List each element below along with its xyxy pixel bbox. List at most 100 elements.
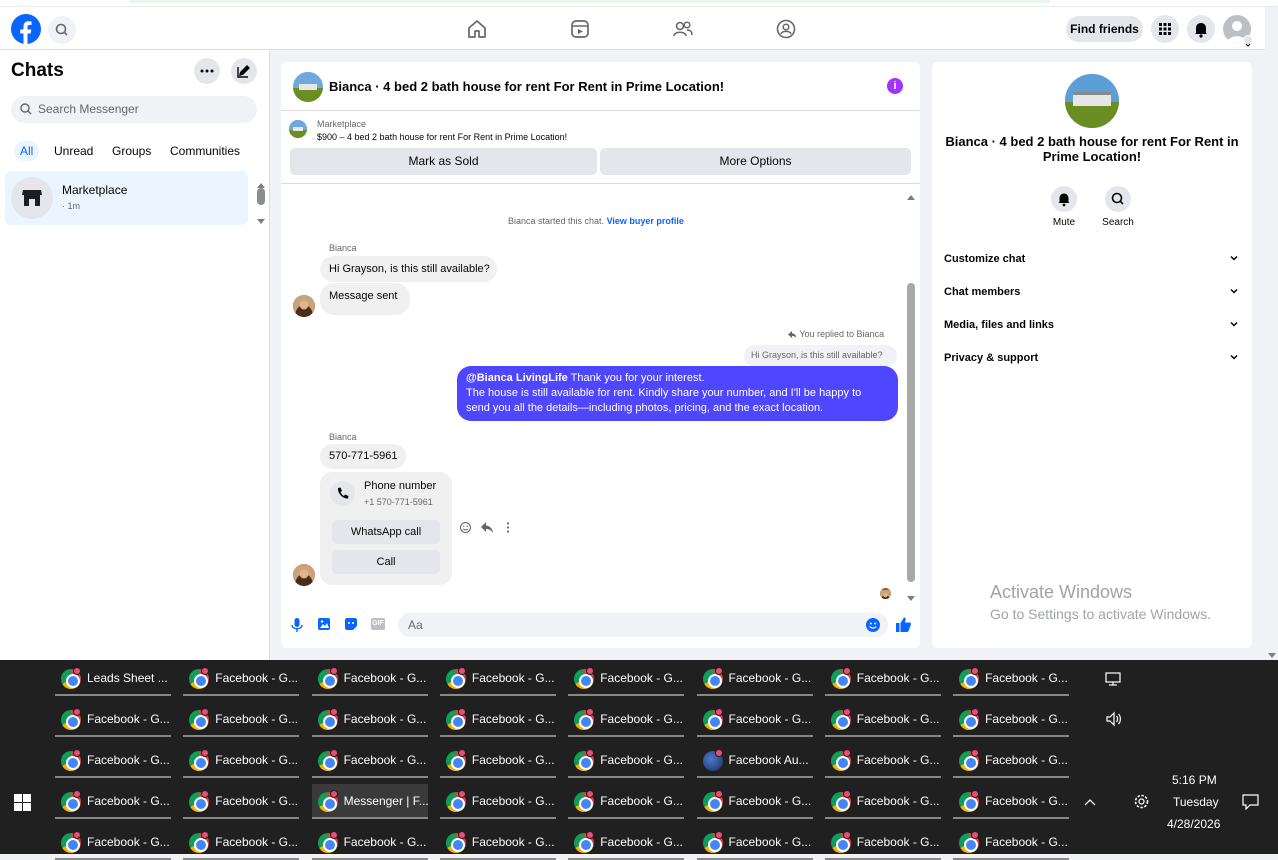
quoted-message[interactable]: Hi Grayson, is this still available?	[744, 345, 897, 367]
message-bubble[interactable]: Message sent	[320, 283, 410, 315]
show-hidden-icons-chevron-icon[interactable]	[1083, 795, 1097, 813]
taskbar-window-button[interactable]: Leads Sheet ...	[55, 661, 171, 696]
search-conversation-icon[interactable]	[1105, 186, 1131, 212]
taskbar-window-button[interactable]: Facebook - G...	[824, 784, 941, 819]
network-icon[interactable]	[1105, 671, 1123, 692]
mute-bell-icon[interactable]	[1051, 186, 1077, 212]
find-friends-button[interactable]: Find friends	[1066, 16, 1143, 42]
tab-groups[interactable]: Groups	[112, 141, 151, 161]
taskbar-window-button[interactable]: Facebook - G...	[439, 825, 556, 860]
sidebar-scrollbar[interactable]	[257, 188, 265, 205]
taskbar-window-button[interactable]: Facebook - G...	[568, 702, 685, 737]
sidebar-scroll-down-icon[interactable]	[256, 213, 266, 231]
settings-gear-icon[interactable]	[1133, 793, 1150, 815]
chat-scroll-up-icon[interactable]	[906, 188, 916, 206]
react-emoji-icon[interactable]	[459, 521, 472, 539]
taskbar-window-button[interactable]: Facebook - G...	[439, 784, 556, 819]
taskbar-window-button[interactable]: Facebook - G...	[183, 784, 300, 819]
taskbar-window-button[interactable]: Facebook - G...	[953, 702, 1070, 737]
taskbar-window-button[interactable]: Facebook - G...	[953, 825, 1070, 860]
message-bubble[interactable]: 570-771-5961	[320, 444, 406, 469]
taskbar-window-button[interactable]: Facebook - G...	[55, 743, 171, 778]
action-center-icon[interactable]	[1242, 794, 1259, 815]
facebook-logo-icon[interactable]	[11, 14, 41, 44]
emoji-icon[interactable]	[865, 617, 881, 638]
chat-options-button[interactable]	[194, 58, 220, 84]
customize-chat-row[interactable]: Customize chat	[944, 253, 1240, 265]
gif-icon[interactable]: GIF	[371, 618, 385, 630]
taskbar-window-button[interactable]: Facebook - G...	[568, 784, 685, 819]
taskbar-window-button[interactable]: Messenger | F...	[311, 784, 428, 819]
taskbar-window-button[interactable]: Facebook - G...	[183, 661, 300, 696]
mention[interactable]: @Bianca LivingLife	[466, 372, 568, 384]
taskbar-window-button[interactable]: Facebook - G...	[183, 743, 300, 778]
friends-icon[interactable]	[672, 18, 694, 40]
taskbar-window-button[interactable]: Facebook - G...	[953, 784, 1070, 819]
taskbar-window-button[interactable]: Facebook - G...	[55, 825, 171, 860]
taskbar-window-button[interactable]: Facebook - G...	[824, 825, 941, 860]
windows-start-icon[interactable]	[14, 794, 31, 816]
taskbar-window-button[interactable]: Facebook - G...	[311, 661, 428, 696]
taskbar-window-button[interactable]: Facebook - G...	[953, 743, 1070, 778]
taskbar-window-button[interactable]: Facebook Au...	[696, 743, 813, 778]
reply-icon[interactable]	[480, 521, 494, 539]
chat-members-row[interactable]: Chat members	[944, 286, 1240, 298]
view-buyer-profile-link[interactable]: View buyer profile	[607, 216, 684, 226]
tab-communities[interactable]: Communities	[170, 141, 240, 161]
groups-icon[interactable]	[775, 18, 797, 40]
search-messenger-input[interactable]: Search Messenger	[11, 96, 257, 123]
chat-scroll-down-icon[interactable]	[906, 590, 916, 608]
taskbar-window-button[interactable]: Facebook - G...	[439, 661, 556, 696]
clock-date[interactable]: 4/28/2026	[1167, 817, 1220, 831]
search-icon[interactable]	[48, 16, 76, 44]
taskbar-window-button[interactable]: Facebook - G...	[696, 661, 813, 696]
whatsapp-call-button[interactable]: WhatsApp call	[332, 520, 440, 544]
taskbar-window-button[interactable]: Facebook - G...	[311, 825, 428, 860]
call-button[interactable]: Call	[332, 550, 440, 574]
tab-unread[interactable]: Unread	[54, 141, 93, 161]
new-message-icon[interactable]	[231, 58, 257, 84]
chat-scrollbar[interactable]	[907, 283, 915, 582]
taskbar-window-button[interactable]: Facebook - G...	[183, 702, 300, 737]
more-actions-icon[interactable]	[503, 521, 513, 539]
like-thumb-icon[interactable]	[895, 616, 912, 638]
media-files-links-row[interactable]: Media, files and links	[944, 319, 1240, 331]
photo-icon[interactable]	[317, 617, 331, 636]
taskbar-window-button[interactable]: Facebook - G...	[439, 702, 556, 737]
listing-detail[interactable]: $900 – 4 bed 2 bath house for rent For R…	[317, 132, 567, 142]
taskbar-window-button[interactable]: Facebook - G...	[55, 784, 171, 819]
tab-all[interactable]: All	[14, 141, 40, 161]
taskbar-window-button[interactable]: Facebook - G...	[439, 743, 556, 778]
video-icon[interactable]	[569, 18, 591, 40]
taskbar-window-button[interactable]: Facebook - G...	[568, 825, 685, 860]
info-icon[interactable]: i	[887, 78, 903, 94]
sticker-icon[interactable]	[344, 617, 358, 636]
microphone-icon[interactable]	[290, 617, 304, 638]
message-composer-input[interactable]: Aa	[398, 613, 888, 637]
clock-time[interactable]: 5:16 PM	[1172, 773, 1217, 787]
taskbar-window-button[interactable]: Facebook - G...	[696, 825, 813, 860]
more-options-button[interactable]: More Options	[600, 148, 911, 175]
taskbar-window-button[interactable]: Facebook - G...	[953, 661, 1070, 696]
mark-as-sold-button[interactable]: Mark as Sold	[290, 148, 597, 175]
volume-icon[interactable]	[1105, 711, 1123, 732]
taskbar-window-button[interactable]: Facebook - G...	[824, 702, 941, 737]
menu-grid-icon[interactable]	[1151, 15, 1179, 43]
taskbar-window-button[interactable]: Facebook - G...	[568, 661, 685, 696]
taskbar-window-button[interactable]: Facebook - G...	[311, 702, 428, 737]
taskbar-window-button[interactable]: Facebook - G...	[55, 702, 171, 737]
taskbar-window-button[interactable]: Facebook - G...	[696, 784, 813, 819]
taskbar-window-button[interactable]: Facebook - G...	[183, 825, 300, 860]
home-icon[interactable]	[466, 18, 488, 40]
clock-day[interactable]: Tuesday	[1173, 795, 1219, 809]
taskbar-window-button[interactable]: Facebook - G...	[311, 743, 428, 778]
account-chevron-icon[interactable]	[1243, 35, 1253, 47]
message-bubble[interactable]: Hi Grayson, is this still available?	[320, 256, 497, 282]
notifications-bell-icon[interactable]	[1187, 15, 1215, 43]
my-message-bubble[interactable]: @Bianca LivingLife Thank you for your in…	[457, 366, 898, 421]
privacy-support-row[interactable]: Privacy & support	[944, 352, 1240, 364]
taskbar-window-button[interactable]: Facebook - G...	[824, 743, 941, 778]
taskbar-window-button[interactable]: Facebook - G...	[696, 702, 813, 737]
taskbar-window-button[interactable]: Facebook - G...	[568, 743, 685, 778]
taskbar-window-button[interactable]: Facebook - G...	[824, 661, 941, 696]
